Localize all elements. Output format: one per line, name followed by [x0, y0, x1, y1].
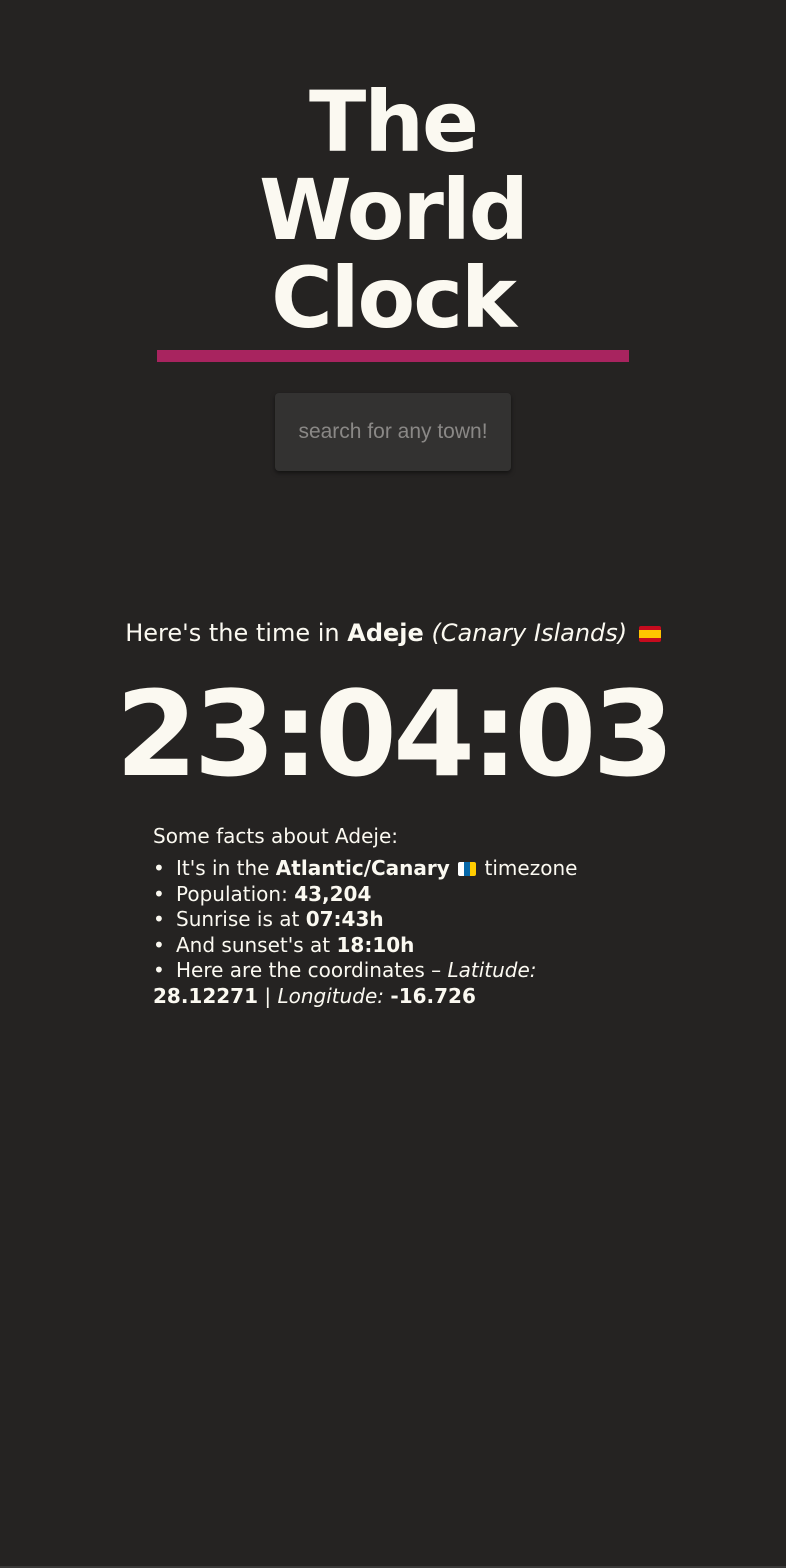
sunset-label: And sunset's at	[176, 932, 331, 957]
longitude-label: Longitude:	[277, 983, 385, 1008]
title-line-2: World	[259, 161, 529, 259]
search-input[interactable]	[275, 393, 511, 471]
canary-islands-flag-icon	[458, 862, 477, 876]
latitude-label: Latitude:	[447, 958, 537, 982]
town-name: Adeje	[347, 619, 424, 647]
latitude-value: 28.12271	[153, 983, 259, 1008]
spain-flag-icon	[638, 626, 661, 642]
fact-sunset: And sunset's at 18:10h	[153, 933, 643, 959]
facts-list: It's in the Atlantic/Canary timezone Pop…	[153, 856, 643, 1009]
facts-heading: Some facts about Adeje:	[153, 824, 398, 848]
longitude-value: -16.726	[390, 983, 476, 1008]
location-intro: Here's the time in Adeje (Canary Islands…	[0, 616, 786, 650]
title-line-1: The	[308, 73, 479, 171]
population-value: 43,204	[294, 881, 372, 906]
sunset-value: 18:10h	[336, 932, 415, 957]
timezone-suffix: timezone	[484, 856, 578, 880]
facts-section: Some facts about Adeje: It's in the Atla…	[153, 822, 643, 1009]
timezone-value: Atlantic/Canary	[275, 856, 450, 880]
fact-population: Population: 43,204	[153, 882, 643, 908]
fact-timezone: It's in the Atlantic/Canary timezone	[153, 856, 643, 882]
population-label: Population:	[176, 881, 288, 906]
coords-separator: |	[264, 983, 272, 1008]
clock-time: 23:04:03	[115, 665, 674, 803]
title-underline	[157, 350, 629, 362]
fact-sunrise: Sunrise is at 07:43h	[153, 907, 643, 933]
region-name: (Canary Islands)	[431, 619, 628, 647]
timezone-prefix: It's in the	[176, 856, 270, 880]
page-title: The World Clock	[0, 78, 786, 342]
sunrise-value: 07:43h	[305, 907, 384, 931]
coords-prefix: Here are the coordinates –	[176, 958, 442, 982]
page: The World Clock Here's the time in Adeje…	[0, 0, 786, 1568]
fact-coordinates: Here are the coordinates – Latitude: 28.…	[153, 958, 643, 1009]
intro-prefix: Here's the time in	[125, 619, 340, 647]
sunrise-label: Sunrise is at	[176, 907, 300, 931]
title-line-3: Clock	[271, 249, 517, 347]
